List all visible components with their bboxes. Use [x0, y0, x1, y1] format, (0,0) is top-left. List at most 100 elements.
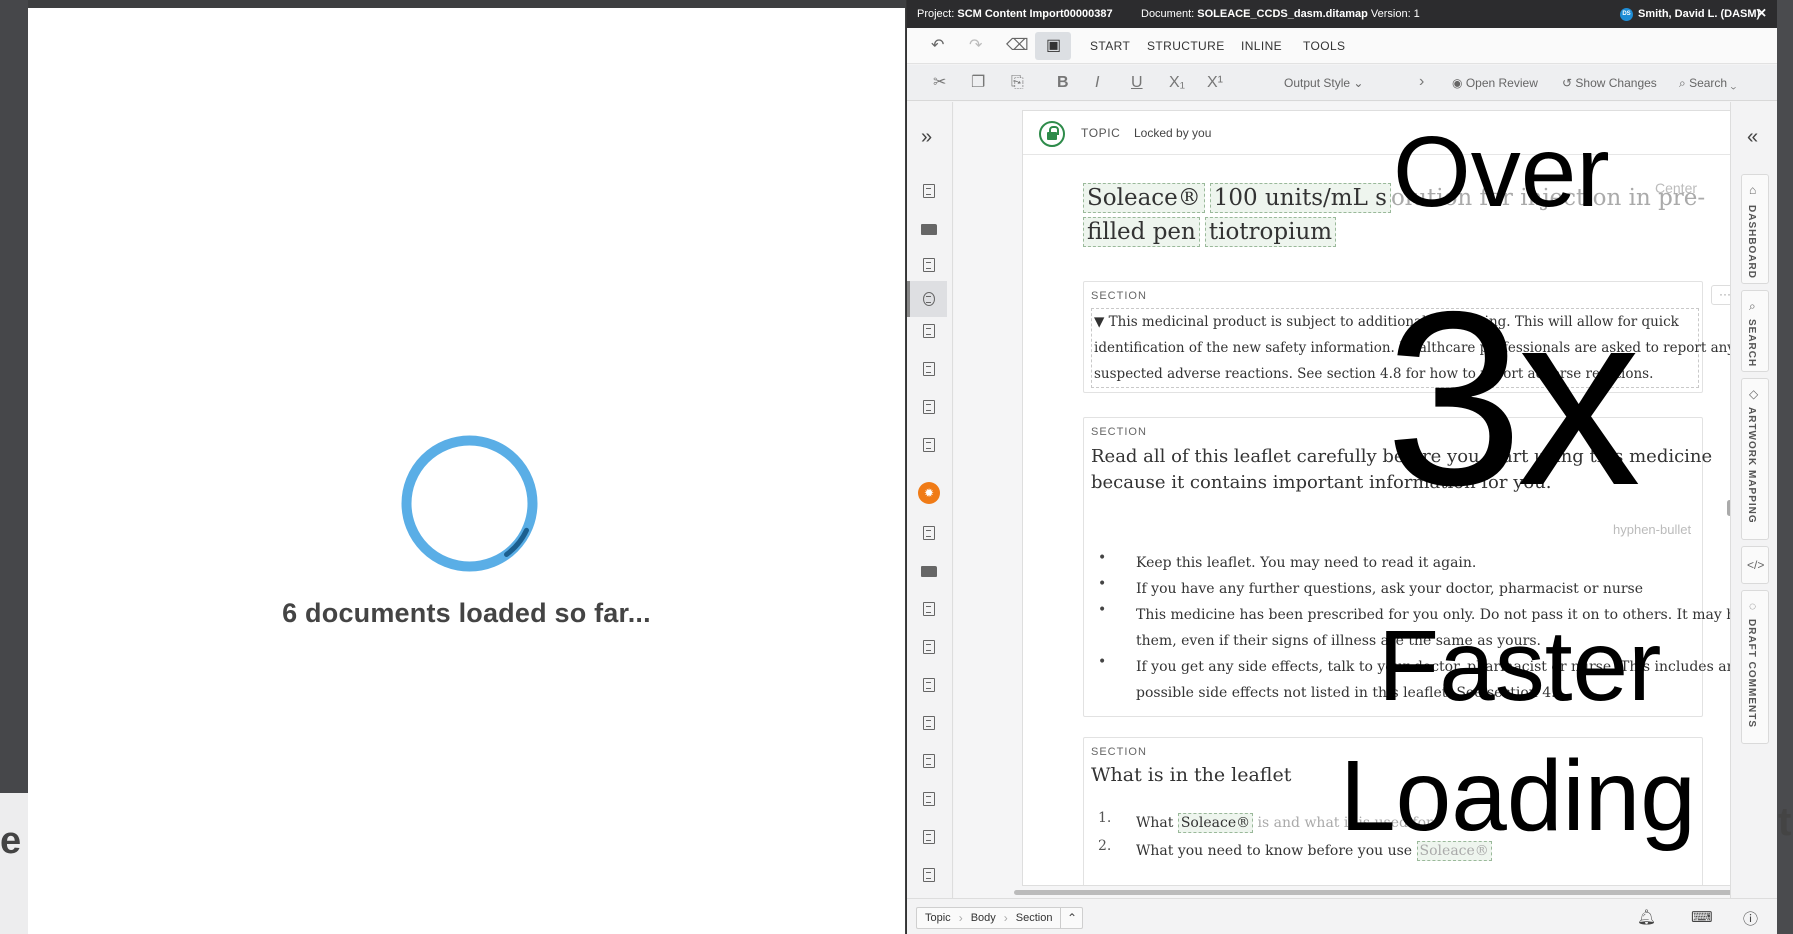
title-chip[interactable]: tiotropium — [1204, 217, 1337, 247]
italic-icon[interactable]: I — [1095, 75, 1099, 91]
tag-icon: ◇ — [1749, 387, 1759, 401]
toolbar: ✂ ❐ ⎘ B I U X₁ X¹ Output Style ⌄ › ◉ Ope… — [907, 65, 1777, 101]
tag-icon: ⌂ — [1749, 183, 1757, 197]
status-bar: Topic › Body › Section ⌃ 🔔︎ ⌨ ⓘ — [907, 898, 1777, 934]
topic-type-label: TOPIC — [1081, 126, 1121, 140]
topic-title-line-2[interactable]: filled pen tiotropium — [1083, 217, 1341, 247]
save-icon: ▣ — [1046, 37, 1062, 54]
document-icon[interactable] — [923, 184, 935, 198]
user-name[interactable]: Smith, David L. (DASM) — [1638, 0, 1760, 28]
eraser-icon[interactable]: ⌫ — [1006, 38, 1029, 54]
document-icon[interactable] — [923, 868, 935, 882]
save-button[interactable]: ▣ — [1035, 32, 1071, 60]
background-slide-bottom — [0, 793, 28, 934]
breadcrumb: Topic › Body › Section ⌃ — [916, 907, 1084, 929]
tab-artwork-mapping[interactable]: ◇ ARTWORK MAPPING — [1741, 378, 1769, 540]
left-sidebar: » ✹ — [907, 102, 953, 898]
project-info: Project: SCM Content Import00000387 — [917, 8, 1113, 20]
overlay-text-over: Over — [1393, 116, 1610, 228]
document-icon[interactable] — [923, 602, 935, 616]
tab-code-view[interactable]: </> — [1741, 546, 1769, 584]
warning-icon[interactable]: ✹ — [918, 482, 940, 504]
document-icon[interactable] — [923, 362, 935, 376]
document-icon[interactable] — [923, 258, 935, 272]
list-item[interactable]: If you have any further questions, ask y… — [1136, 576, 1643, 602]
history-icon: ↺ — [1562, 76, 1573, 90]
search-button[interactable]: ⌕ Search ⌄ — [1679, 76, 1736, 91]
document-icon[interactable] — [923, 716, 935, 730]
tab-search[interactable]: ⌕ SEARCH — [1741, 290, 1769, 372]
section-label: SECTION — [1091, 290, 1147, 302]
tab-start[interactable]: START — [1090, 39, 1130, 53]
document-icon[interactable] — [923, 400, 935, 414]
keyboard-icon[interactable]: ⌨ — [1691, 908, 1713, 926]
bold-icon[interactable]: B — [1057, 75, 1069, 91]
folder-icon[interactable] — [921, 224, 937, 235]
document-icon[interactable] — [923, 640, 935, 654]
superscript-icon[interactable]: X¹ — [1207, 75, 1223, 91]
open-review-button[interactable]: ◉ Open Review — [1452, 76, 1538, 90]
search-icon: ⌕ — [1749, 299, 1756, 313]
overlay-text-loading: Loading — [1340, 740, 1696, 852]
horizontal-scrollbar[interactable] — [1014, 890, 1766, 895]
underline-icon[interactable]: U — [1131, 75, 1143, 91]
overlay-text-faster: Faster — [1378, 610, 1662, 722]
document-icon[interactable] — [923, 678, 935, 692]
tab-inline[interactable]: INLINE — [1241, 39, 1282, 53]
user-avatar[interactable]: DS — [1620, 8, 1633, 21]
collapse-panel-icon[interactable]: « — [1747, 126, 1758, 149]
search-icon: ⌕ — [1679, 76, 1686, 90]
cut-icon[interactable]: ✂ — [933, 75, 946, 91]
tab-tools[interactable]: TOOLS — [1303, 39, 1345, 53]
document-icon[interactable] — [923, 754, 935, 768]
paste-icon[interactable]: ⎘ — [1011, 75, 1024, 91]
output-style-dropdown[interactable]: Output Style ⌄ — [1284, 76, 1363, 90]
breadcrumb-item[interactable]: Body — [963, 912, 1004, 924]
chevron-down-icon: ⌄ — [1730, 76, 1737, 90]
title-chip[interactable]: Soleace® — [1083, 183, 1205, 213]
document-icon[interactable] — [923, 292, 935, 306]
overlay-text-3x: 3x — [1385, 259, 1641, 537]
breadcrumb-item[interactable]: Section — [1008, 912, 1061, 924]
tab-draft-comments[interactable]: ◌ DRAFT COMMENTS — [1741, 590, 1769, 744]
document-icon[interactable] — [923, 526, 935, 540]
chevron-up-icon[interactable]: ⌃ — [1060, 908, 1082, 928]
title-chip[interactable]: 100 units/mL s — [1209, 183, 1391, 213]
menu-row: ↶ ↷ ⌫ ▣ START STRUCTURE INLINE TOOLS — [907, 28, 1777, 64]
product-chip: Soleace® — [1177, 813, 1254, 833]
document-icon[interactable] — [923, 438, 935, 452]
title-bar: Project: SCM Content Import00000387 Docu… — [907, 0, 1777, 28]
show-changes-button[interactable]: ↺ Show Changes — [1562, 76, 1657, 90]
list-item[interactable]: Keep this leaflet. You may need to read … — [1136, 550, 1476, 576]
section-label: SECTION — [1091, 426, 1147, 438]
close-icon[interactable]: × — [1757, 0, 1766, 28]
document-icon[interactable] — [923, 830, 935, 844]
loading-message: 6 documents loaded so far... — [282, 598, 651, 628]
document-icon[interactable] — [923, 324, 935, 338]
right-sidebar: « ⌂ DASHBOARD ⌕ SEARCH ◇ ARTWORK MAPPING… — [1730, 102, 1777, 898]
undo-icon[interactable]: ↶ — [931, 38, 944, 54]
background-peek-text-right: t — [1778, 800, 1792, 844]
chevron-right-icon[interactable]: › — [1419, 74, 1424, 90]
breadcrumb-item[interactable]: Topic — [917, 912, 959, 924]
expand-panel-icon[interactable]: » — [921, 126, 932, 149]
loading-panel: 6 documents loaded so far... — [28, 8, 905, 934]
info-icon[interactable]: ⓘ — [1743, 908, 1758, 929]
subscript-icon[interactable]: X₁ — [1169, 75, 1185, 91]
tab-dashboard[interactable]: ⌂ DASHBOARD — [1741, 174, 1769, 284]
section-heading[interactable]: What is in the leaflet — [1091, 764, 1291, 786]
copy-icon[interactable]: ❐ — [971, 75, 985, 91]
comment-icon: ◌ — [1749, 599, 1757, 613]
document-icon[interactable] — [923, 792, 935, 806]
bell-icon[interactable]: 🔔︎ — [1637, 908, 1656, 926]
title-chip[interactable]: filled pen — [1083, 217, 1200, 247]
lock-icon — [1039, 121, 1065, 147]
eye-icon: ◉ — [1452, 76, 1463, 90]
tab-structure[interactable]: STRUCTURE — [1147, 39, 1225, 53]
redo-icon[interactable]: ↷ — [969, 38, 982, 54]
folder-icon[interactable] — [921, 566, 937, 577]
lock-status: Locked by you — [1134, 126, 1212, 140]
document-info: Document: SOLEACE_CCDS_dasm.ditamap Vers… — [1141, 8, 1420, 20]
chevron-down-icon: ⌄ — [1353, 76, 1364, 90]
section-label: SECTION — [1091, 746, 1147, 758]
